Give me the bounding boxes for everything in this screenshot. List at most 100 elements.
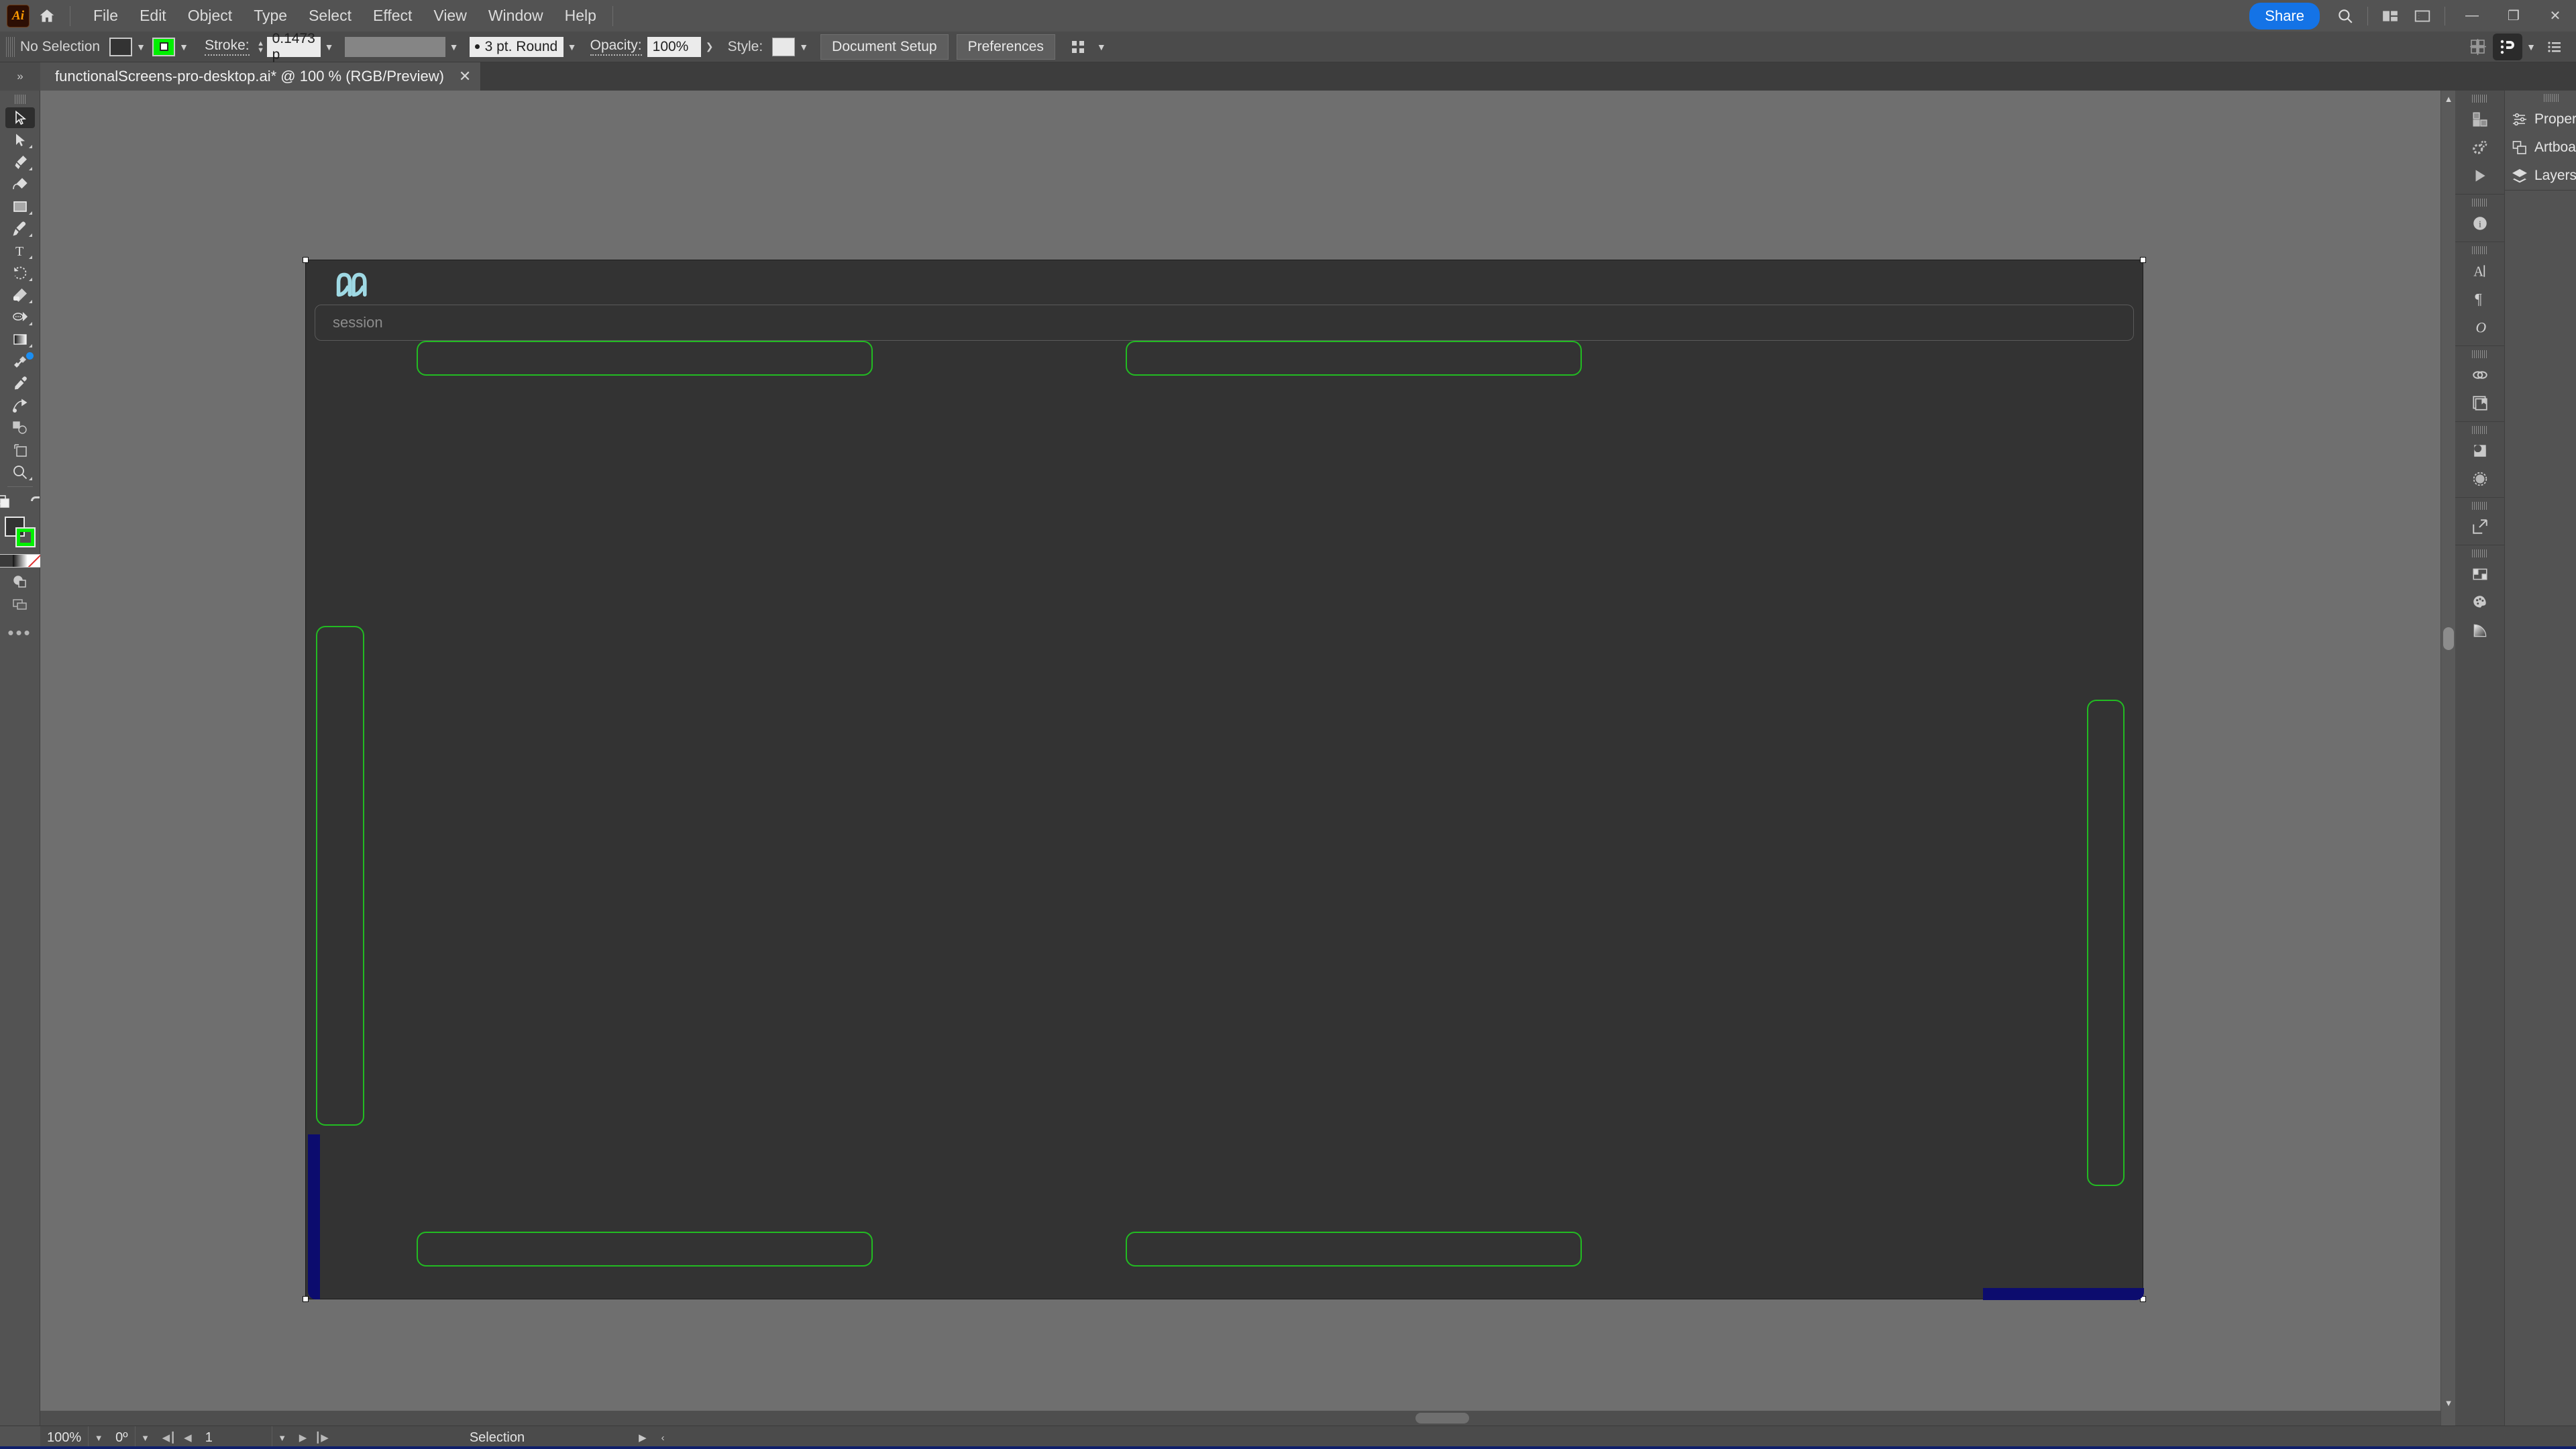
artboard-handle-tr[interactable] [2140, 257, 2146, 263]
glyphs-icon[interactable]: O [2465, 313, 2495, 341]
panel-group-grip[interactable] [2471, 549, 2488, 557]
menu-window[interactable]: Window [478, 3, 554, 29]
edit-toolbar-icon[interactable] [0, 490, 18, 513]
horizontal-scrollbar[interactable] [40, 1411, 2440, 1426]
stroke-swatch[interactable] [15, 527, 36, 547]
properties-panel-icon[interactable] [2465, 105, 2495, 133]
gradient-tool[interactable] [5, 329, 35, 350]
next-artboard-icon[interactable]: ▶ [299, 1432, 307, 1444]
align-icon[interactable] [1063, 34, 1093, 60]
menu-view[interactable]: View [423, 3, 477, 29]
tools-panel-grip[interactable] [14, 95, 25, 104]
fill-color-control[interactable]: ▼ [109, 37, 150, 56]
curvature-tool[interactable] [5, 174, 35, 195]
chevron-down-icon[interactable]: ▼ [272, 1433, 292, 1443]
artboard[interactable]: session [303, 257, 2146, 1302]
rotate-tool[interactable] [5, 262, 35, 283]
eyedropper-tool[interactable] [5, 373, 35, 394]
panel-group-grip[interactable] [2471, 95, 2488, 103]
menu-object[interactable]: Object [177, 3, 243, 29]
document-tab[interactable]: functionalScreens-pro-desktop.ai* @ 100 … [40, 62, 482, 91]
close-icon[interactable]: ✕ [459, 69, 471, 84]
vertical-scrollbar-thumb[interactable] [2443, 627, 2454, 650]
paintbrush-tool[interactable] [5, 218, 35, 239]
live-paint-tool[interactable] [5, 417, 35, 438]
bottom-left-rounded-box[interactable] [417, 1232, 873, 1267]
scroll-up-icon[interactable]: ▲ [2441, 92, 2455, 105]
panel-group-grip[interactable] [2471, 426, 2488, 434]
workspace-switcher-icon[interactable] [2406, 0, 2438, 32]
color-icon[interactable] [2465, 588, 2495, 616]
canvas-area[interactable]: session ▲ ▼ [40, 91, 2455, 1426]
opacity-input[interactable]: 100% [647, 36, 701, 57]
status-resize-icon[interactable]: ‹ [661, 1432, 665, 1444]
search-icon[interactable] [2329, 0, 2361, 32]
screen-mode-icon[interactable] [5, 593, 35, 616]
selection-tool[interactable] [5, 107, 35, 128]
left-tall-rounded-box[interactable] [316, 626, 364, 1126]
chevron-down-icon[interactable]: ▼ [445, 38, 463, 56]
chevron-down-icon[interactable]: ▼ [321, 38, 338, 56]
panel-group-grip[interactable] [2471, 502, 2488, 510]
horizontal-scrollbar-thumb[interactable] [1415, 1413, 1469, 1424]
stroke-weight-input[interactable]: 0.1473 p [266, 31, 321, 62]
menu-edit[interactable]: Edit [129, 3, 177, 29]
blend-tool[interactable] [5, 395, 35, 416]
chevron-down-icon[interactable]: ▼ [2522, 38, 2540, 56]
status-menu-icon[interactable]: ▶ [639, 1432, 647, 1444]
info-icon[interactable]: i [2465, 209, 2495, 237]
menu-effect[interactable]: Effect [362, 3, 423, 29]
opacity-options-icon[interactable]: ❯ [701, 38, 718, 56]
artboard-handle-bl[interactable] [303, 1296, 309, 1302]
brush-definition-select[interactable]: 3 pt. Round [469, 36, 564, 57]
previous-artboard-icon[interactable]: ◀ [184, 1432, 192, 1444]
fill-stroke-control[interactable] [4, 517, 36, 547]
session-input[interactable]: session [315, 305, 2134, 341]
type-tool[interactable]: T [5, 240, 35, 261]
character-icon[interactable]: A [2465, 257, 2495, 285]
chevron-down-icon[interactable]: ▼ [136, 1433, 156, 1443]
right-tall-rounded-box[interactable] [2087, 700, 2125, 1186]
stroke-color-control[interactable]: ▼ [152, 37, 193, 56]
close-button[interactable]: ✕ [2534, 0, 2576, 32]
graphic-style-swatch[interactable] [772, 37, 796, 56]
control-bar-grip[interactable] [6, 36, 15, 57]
gradient-icon[interactable] [2465, 616, 2495, 645]
menu-help[interactable]: Help [554, 3, 607, 29]
artboard-handle-tl[interactable] [303, 257, 309, 263]
paragraph-icon[interactable]: ¶ [2465, 285, 2495, 313]
menu-type[interactable]: Type [243, 3, 298, 29]
top-left-rounded-box[interactable] [417, 341, 873, 376]
play-icon[interactable] [2465, 162, 2495, 190]
tab-artboards[interactable]: Artboards [2505, 133, 2576, 162]
libraries-icon[interactable] [2465, 389, 2495, 417]
panel-group-grip[interactable] [2471, 246, 2488, 254]
document-setup-button[interactable]: Document Setup [820, 34, 949, 60]
more-tools-button[interactable]: ••• [7, 623, 32, 643]
tab-layers[interactable]: Layers [2505, 162, 2576, 190]
chevron-down-icon[interactable]: ▼ [89, 1433, 109, 1443]
chevron-down-icon[interactable]: ▼ [564, 38, 581, 56]
fill-swatch[interactable] [109, 37, 133, 56]
distribute-icon[interactable] [2493, 33, 2522, 60]
chevron-down-icon[interactable]: ▼ [795, 38, 812, 56]
vertical-scrollbar[interactable]: ▲ ▼ [2440, 91, 2455, 1426]
menu-file[interactable]: File [83, 3, 129, 29]
menu-select[interactable]: Select [298, 3, 362, 29]
scroll-down-icon[interactable]: ▼ [2441, 1396, 2455, 1409]
width-tool[interactable] [5, 307, 35, 327]
left-navy-bar[interactable] [308, 1134, 320, 1299]
free-transform-tool[interactable] [5, 351, 35, 372]
drawing-mode-icon[interactable] [5, 570, 35, 593]
zoom-tool[interactable] [5, 462, 35, 482]
color-mode-control[interactable] [0, 554, 43, 568]
more-options-icon[interactable] [2540, 34, 2569, 60]
variable-width-profile-select[interactable] [344, 36, 445, 57]
artboard-number-input[interactable]: 1 [198, 1426, 272, 1449]
stroke-swatch[interactable] [152, 37, 176, 56]
pen-tool[interactable] [5, 152, 35, 172]
color-swatch-icon[interactable] [0, 555, 13, 567]
preferences-button[interactable]: Preferences [956, 34, 1055, 60]
share-button[interactable]: Share [2249, 2, 2320, 30]
links-icon[interactable] [2465, 361, 2495, 389]
